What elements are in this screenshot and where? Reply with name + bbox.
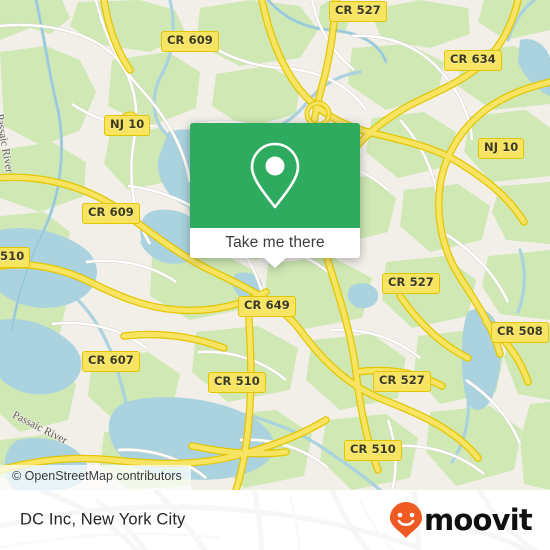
moovit-smiley-pin-icon [390, 502, 423, 538]
moovit-map-screenshot: CR 527 CR 609 CR 634 NJ 10 NJ 10 CR 609 510 CR … [0, 0, 550, 550]
road-shield: CR 510 [344, 440, 402, 461]
moovit-brand[interactable]: moovit [389, 501, 533, 539]
road-shield: CR 527 [382, 273, 440, 294]
take-me-there-button[interactable]: Take me there [225, 234, 325, 252]
popup-tail [264, 258, 286, 268]
moovit-wordmark: moovit [424, 502, 533, 537]
road-shield: CR 609 [161, 31, 219, 52]
road-shield: CR 607 [82, 351, 140, 372]
popup-header [190, 123, 360, 228]
location-pin-icon [250, 142, 300, 208]
road-shield: CR 649 [238, 296, 296, 317]
popup-footer[interactable]: Take me there [190, 228, 360, 268]
road-shield: CR 527 [373, 371, 431, 392]
map-canvas[interactable]: CR 527 CR 609 CR 634 NJ 10 NJ 10 CR 609 510 CR … [0, 0, 550, 490]
bottom-bar: DC Inc, New York City moovit [0, 490, 550, 550]
road-shield: NJ 10 [104, 115, 151, 136]
road-shield: 510 [0, 247, 31, 268]
map-popup[interactable]: Take me there [190, 123, 360, 268]
road-shield: CR 634 [444, 50, 502, 71]
road-shield: CR 609 [82, 203, 140, 224]
place-title: DC Inc, New York City [20, 510, 186, 529]
road-shield: CR 508 [491, 322, 549, 343]
road-shield: CR 527 [329, 1, 387, 22]
road-shield: NJ 10 [478, 138, 525, 159]
road-shield: CR 510 [208, 372, 266, 393]
osm-attribution[interactable]: © OpenStreetMap contributors [0, 465, 191, 490]
